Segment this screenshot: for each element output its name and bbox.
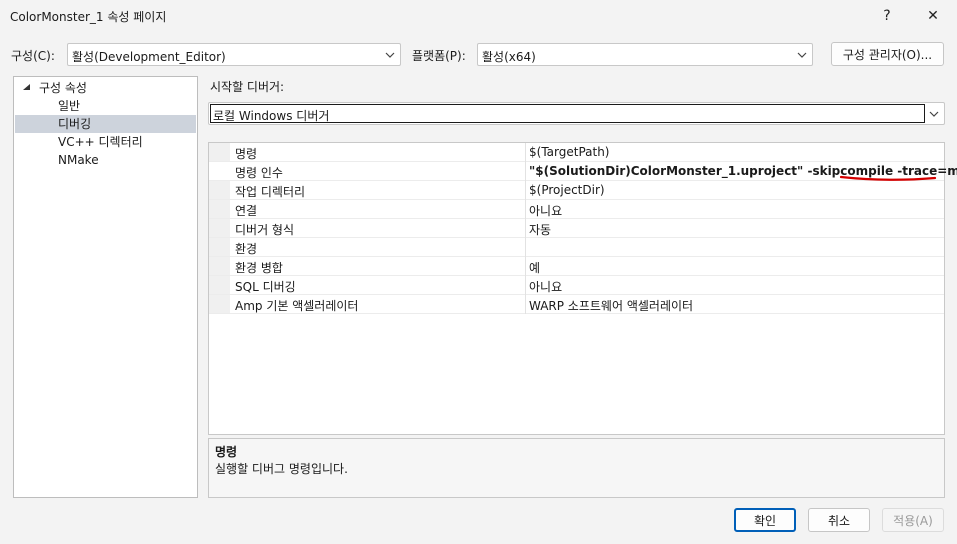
property-name: 작업 디렉터리 — [235, 185, 306, 199]
debugger-launch-label: 시작할 디버거: — [210, 80, 285, 94]
property-value: 아니요 — [529, 280, 563, 294]
column-divider — [525, 219, 526, 238]
description-title: 명령 — [215, 445, 238, 459]
platform-label: 플랫폼(P): — [412, 49, 466, 63]
property-value: 아니요 — [529, 204, 563, 218]
grid-row-command-arguments[interactable]: 명령 인수 "$(SolutionDir)ColorMonster_1.upro… — [209, 162, 957, 181]
config-select[interactable]: 활성(Development_Editor) — [67, 43, 401, 66]
close-button[interactable]: ✕ — [910, 0, 956, 32]
property-value: WARP 소프트웨어 액셀러레이터 — [529, 299, 694, 313]
platform-select[interactable]: 활성(x64) — [477, 43, 813, 66]
cancel-button[interactable]: 취소 — [808, 508, 870, 532]
debugger-select[interactable]: 로컬 Windows 디버거 — [208, 102, 945, 125]
column-divider — [525, 238, 526, 257]
tree-item-general[interactable]: 일반 — [15, 97, 196, 115]
config-select-value: 활성(Development_Editor) — [72, 50, 226, 64]
tree-item-label: 일반 — [58, 99, 81, 113]
tree-item-nmake[interactable]: NMake — [15, 151, 196, 169]
column-divider — [525, 276, 526, 295]
property-name: 환경 — [235, 242, 258, 256]
chevron-down-icon — [797, 52, 807, 58]
property-name: 디버거 형식 — [235, 223, 295, 237]
column-divider — [525, 200, 526, 219]
debugger-select-value: 로컬 Windows 디버거 — [213, 109, 330, 123]
tree-item-vc-directories[interactable]: VC++ 디렉터리 — [15, 133, 196, 151]
property-name: Amp 기본 액셀러레이터 — [235, 299, 359, 313]
tree-item-label: NMake — [58, 153, 99, 167]
help-button[interactable]: ? — [864, 0, 910, 32]
grid-row-environment[interactable]: 환경 — [209, 238, 944, 257]
chevron-down-icon — [929, 111, 939, 117]
grid-row-merge-environment[interactable]: 환경 병합 예 — [209, 257, 944, 276]
grid-row-amp-accelerator[interactable]: Amp 기본 액셀러레이터 WARP 소프트웨어 액셀러레이터 — [209, 295, 944, 314]
grid-row-attach[interactable]: 연결 아니요 — [209, 200, 944, 219]
expanded-triangle-icon — [23, 84, 30, 90]
column-divider — [525, 162, 526, 181]
property-value: $(ProjectDir) — [529, 183, 605, 197]
property-value: 예 — [529, 261, 541, 275]
property-name: SQL 디버깅 — [235, 280, 296, 294]
property-grid: 명령 $(TargetPath) 명령 인수 "$(SolutionDir)Co… — [208, 142, 957, 435]
tree-item-label: 디버깅 — [58, 117, 92, 131]
window-title: ColorMonster_1 속성 페이지 — [10, 10, 167, 24]
apply-button[interactable]: 적용(A) — [882, 508, 944, 532]
column-divider — [525, 181, 526, 200]
platform-select-value: 활성(x64) — [482, 50, 536, 64]
property-name: 환경 병합 — [235, 261, 283, 275]
grid-row-working-directory[interactable]: 작업 디렉터리 $(ProjectDir) — [209, 181, 944, 200]
tree-item-label: VC++ 디렉터리 — [58, 135, 143, 149]
config-manager-button[interactable]: 구성 관리자(O)... — [831, 42, 944, 66]
chevron-down-icon — [385, 52, 395, 58]
property-tree: 구성 속성 일반 디버깅 VC++ 디렉터리 NMake — [13, 76, 198, 498]
property-value: 자동 — [529, 223, 552, 237]
property-name: 명령 인수 — [235, 166, 283, 180]
grid-row-debugger-type[interactable]: 디버거 형식 자동 — [209, 219, 944, 238]
column-divider — [525, 143, 526, 162]
title-bar: ColorMonster_1 속성 페이지 ? ✕ — [0, 0, 957, 32]
grid-row-sql-debugging[interactable]: SQL 디버깅 아니요 — [209, 276, 944, 295]
property-value: $(TargetPath) — [529, 145, 610, 159]
property-name: 연결 — [235, 204, 258, 218]
description-text: 실행할 디버그 명령입니다. — [215, 462, 348, 476]
red-underline-annotation — [839, 175, 937, 181]
column-divider — [525, 295, 526, 314]
grid-row-command[interactable]: 명령 $(TargetPath) — [209, 143, 944, 162]
property-name: 명령 — [235, 147, 258, 161]
tree-root-label: 구성 속성 — [39, 81, 87, 95]
tree-item-debugging[interactable]: 디버깅 — [15, 115, 196, 133]
column-divider — [525, 257, 526, 276]
config-label: 구성(C): — [11, 49, 55, 63]
description-panel: 명령 실행할 디버그 명령입니다. — [208, 438, 945, 498]
tree-root[interactable]: 구성 속성 — [15, 79, 196, 97]
ok-button[interactable]: 확인 — [734, 508, 796, 532]
